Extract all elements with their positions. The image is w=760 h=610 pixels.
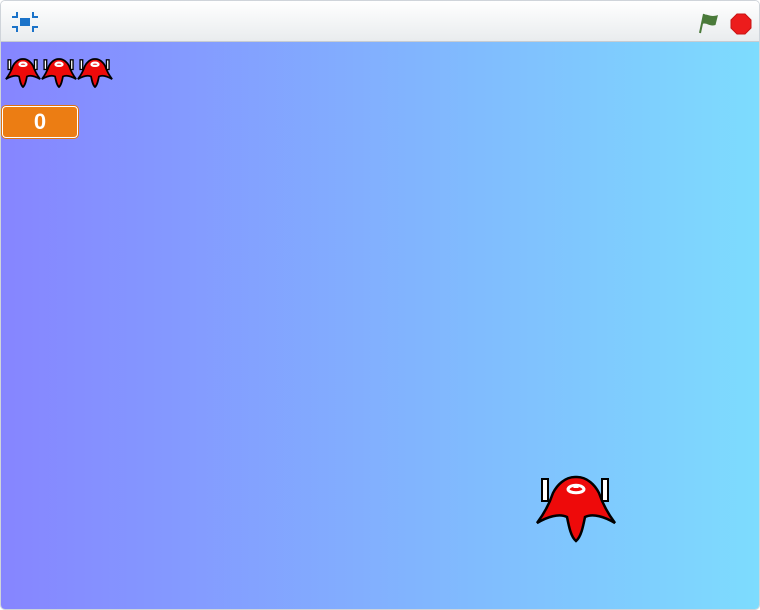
life-ship-icon — [77, 56, 113, 90]
stage-header-bar — [1, 1, 759, 42]
life-ship-icon — [41, 56, 77, 90]
fullscreen-button[interactable] — [11, 11, 39, 33]
green-flag-button[interactable] — [697, 12, 721, 34]
player-ship-icon — [535, 475, 617, 543]
lives-display — [5, 56, 113, 90]
score-value: 0 — [33, 109, 47, 134]
game-stage[interactable]: 0 — [1, 42, 759, 609]
score-counter: 0 — [2, 106, 78, 138]
player-ship — [535, 475, 617, 543]
project-player-window: 0 — [0, 0, 760, 610]
stop-sign-icon — [730, 13, 752, 35]
green-flag-icon — [699, 13, 718, 34]
stop-button[interactable] — [730, 13, 752, 35]
fullscreen-icon — [12, 12, 38, 32]
life-ship-icon — [5, 56, 41, 90]
